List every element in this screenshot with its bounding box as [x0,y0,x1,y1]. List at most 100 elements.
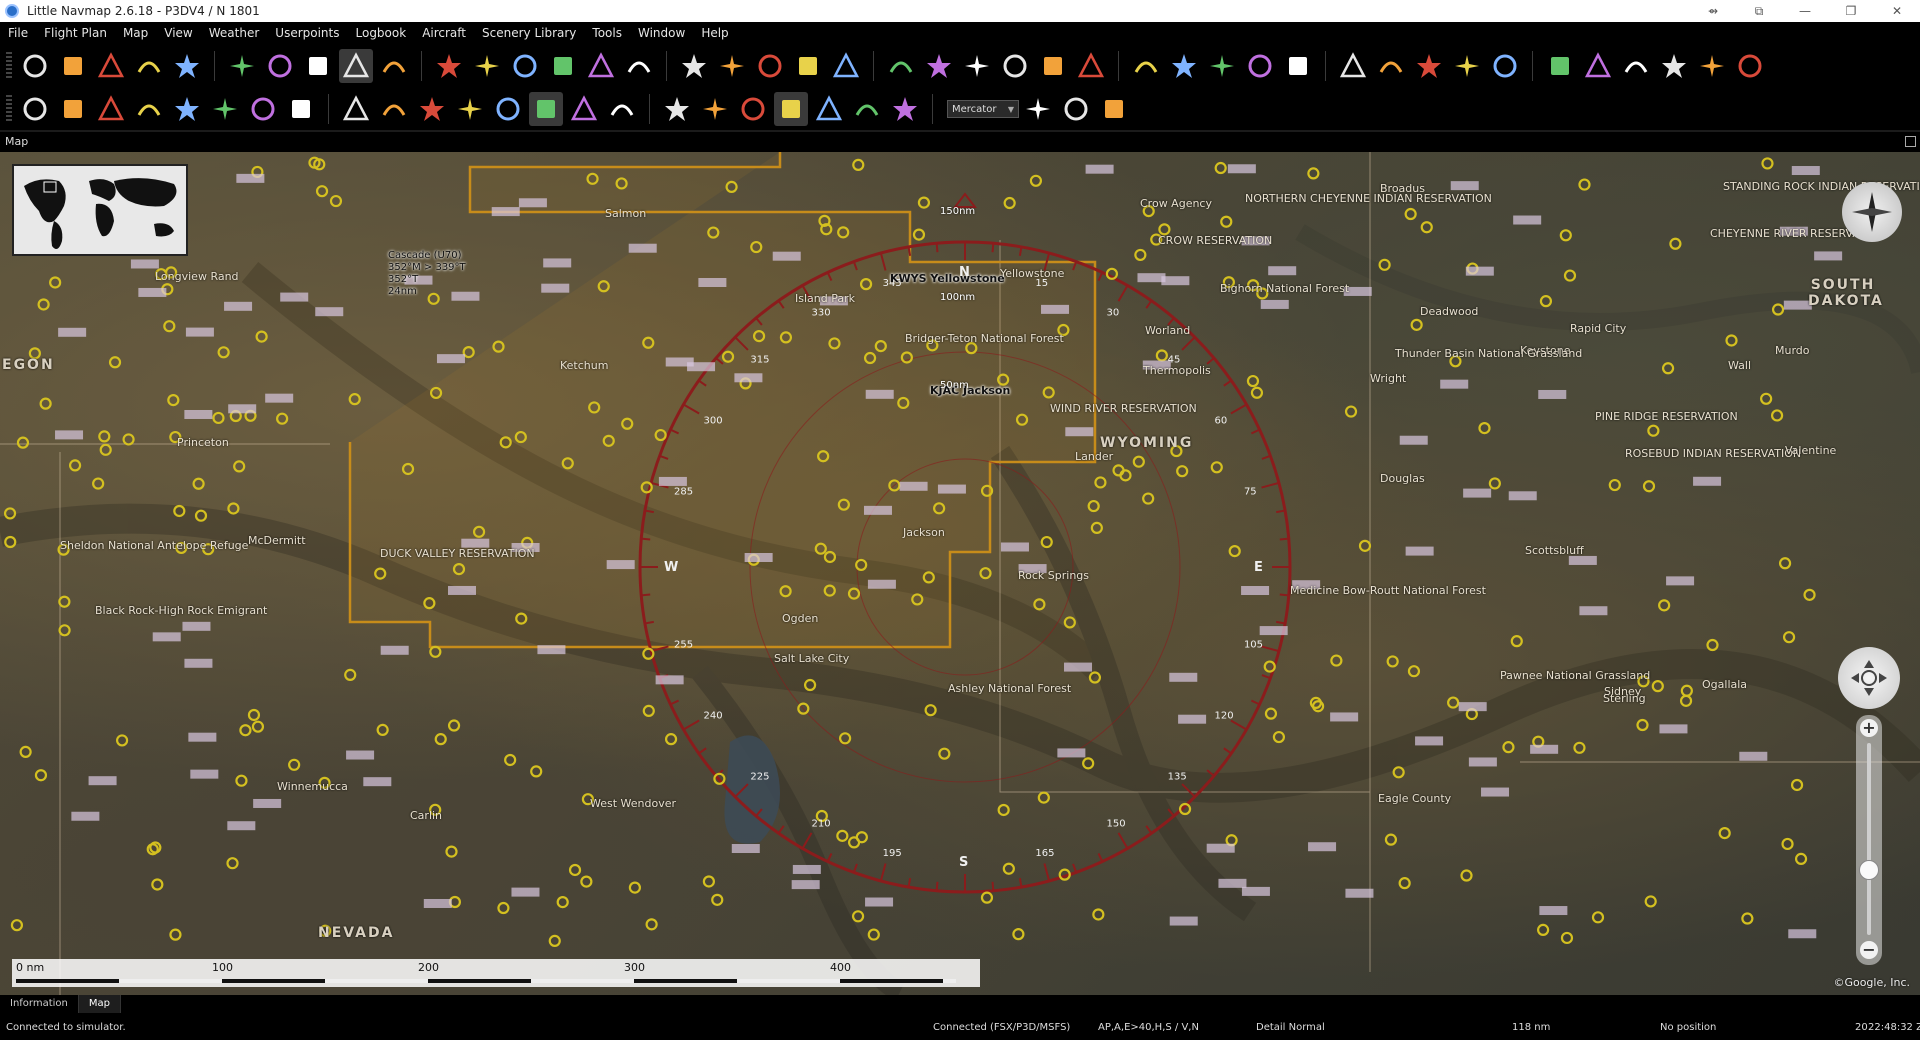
measure-button[interactable] [1243,49,1277,83]
heliport-button[interactable] [884,49,918,83]
route-button[interactable] [301,49,335,83]
tab-information[interactable]: Information [0,995,79,1013]
userpoint-button[interactable] [339,92,373,126]
toolbar-grip[interactable] [6,52,12,80]
redo-button[interactable] [56,92,90,126]
weather-button[interactable] [1581,49,1615,83]
airport-label-kwys[interactable]: KWYS Yellowstone [890,272,1005,285]
airport-ai-button[interactable] [1450,49,1484,83]
toolbar-grip[interactable] [6,95,12,123]
overview-map[interactable] [12,164,188,256]
forward-button[interactable] [508,49,542,83]
measure-button[interactable] [491,92,525,126]
projection-select[interactable]: Mercator ▼ [947,100,1019,118]
six-button[interactable] [1619,49,1653,83]
save-as-button[interactable] [132,49,166,83]
ndb-button[interactable] [715,49,749,83]
pin-icon[interactable]: ⇴ [1690,0,1736,22]
plan-button[interactable] [453,92,487,126]
aircraft-button[interactable] [432,49,466,83]
info-button[interactable] [529,92,563,126]
airway-button[interactable] [829,49,863,83]
user-aircraft-button[interactable] [1281,49,1315,83]
map-search-button[interactable] [622,49,656,83]
airport-spec-button[interactable] [812,92,846,126]
direct-button[interactable] [208,92,242,126]
zoom-track[interactable] [1867,743,1871,935]
menu-scenery-library[interactable]: Scenery Library [474,22,584,44]
waypoint-button[interactable] [753,49,787,83]
cloud-button[interactable] [1657,49,1691,83]
menu-weather[interactable]: Weather [201,22,268,44]
menu-help[interactable]: Help [693,22,736,44]
menu-flight-plan[interactable]: Flight Plan [36,22,115,44]
map-canvas[interactable]: N E S W 15 30 45 60 75 105 120 135 150 165 195 210 225 24… [0,152,1920,995]
zoom-in-button[interactable]: + [1860,719,1878,737]
database-button[interactable] [1059,92,1093,126]
center-button[interactable] [263,49,297,83]
save-button[interactable] [94,49,128,83]
settings-button[interactable] [1097,92,1131,126]
online-button[interactable] [1374,49,1408,83]
sun-button[interactable] [1543,49,1577,83]
airport-rstr-button[interactable] [774,92,808,126]
aircraft-center-button[interactable] [339,49,373,83]
airport-button[interactable] [1412,49,1446,83]
profile-button[interactable] [660,92,694,126]
tab-map[interactable]: Map [78,995,121,1013]
maximize-button[interactable]: ❐ [1828,0,1874,22]
reload-button[interactable] [170,49,204,83]
menu-window[interactable]: Window [630,22,693,44]
other-button[interactable] [888,92,922,126]
j-airway-button[interactable] [1036,49,1070,83]
ils-button[interactable] [791,49,825,83]
airport-icao-button[interactable] [698,92,732,126]
zoom-knob[interactable] [1859,860,1879,880]
zoom-out-button[interactable]: − [1860,941,1878,959]
range-button[interactable] [1205,49,1239,83]
edit-button[interactable] [132,92,166,126]
zoom-slider[interactable]: + − [1856,715,1882,965]
aircraft-trail-button[interactable] [377,49,411,83]
refresh-button[interactable] [94,92,128,126]
open-button[interactable] [56,49,90,83]
add-route-button[interactable] [170,92,204,126]
home-button[interactable] [225,49,259,83]
terrain-button[interactable] [567,92,601,126]
search-button[interactable] [415,92,449,126]
track-button[interactable] [1074,49,1108,83]
airport-fir-button[interactable] [736,92,770,126]
new-flightplan-button[interactable] [18,49,52,83]
menu-tools[interactable]: Tools [584,22,630,44]
airport-otr-button[interactable] [850,92,884,126]
vor-button[interactable] [677,49,711,83]
undo-button[interactable] [18,92,52,126]
target-button[interactable] [1129,49,1163,83]
clear-button[interactable] [377,92,411,126]
menu-logbook[interactable]: Logbook [348,22,415,44]
map-search-button[interactable] [1021,92,1055,126]
v-airway-button[interactable] [998,49,1032,83]
globe-button[interactable] [1488,49,1522,83]
star-button[interactable] [1167,49,1201,83]
compass-rose-button[interactable] [922,49,956,83]
menu-map[interactable]: Map [115,22,156,44]
compass-icon[interactable] [1842,182,1902,242]
procedure-button[interactable] [284,92,318,126]
pan-control[interactable] [1838,647,1900,709]
zoom-in-button[interactable] [546,49,580,83]
menu-file[interactable]: File [0,22,36,44]
aircraft-show-button[interactable] [605,92,639,126]
dtrack-button[interactable] [246,92,280,126]
earth-button[interactable] [1733,49,1767,83]
menu-userpoints[interactable]: Userpoints [267,22,347,44]
back-button[interactable] [470,49,504,83]
menu-aircraft[interactable]: Aircraft [414,22,474,44]
wind-button[interactable] [1695,49,1729,83]
danger-button[interactable] [960,49,994,83]
ai-aircraft-button[interactable] [1336,49,1370,83]
undock-icon[interactable] [1905,136,1916,147]
minimize-button[interactable]: — [1782,0,1828,22]
close-button[interactable]: ✕ [1874,0,1920,22]
menu-view[interactable]: View [156,22,200,44]
